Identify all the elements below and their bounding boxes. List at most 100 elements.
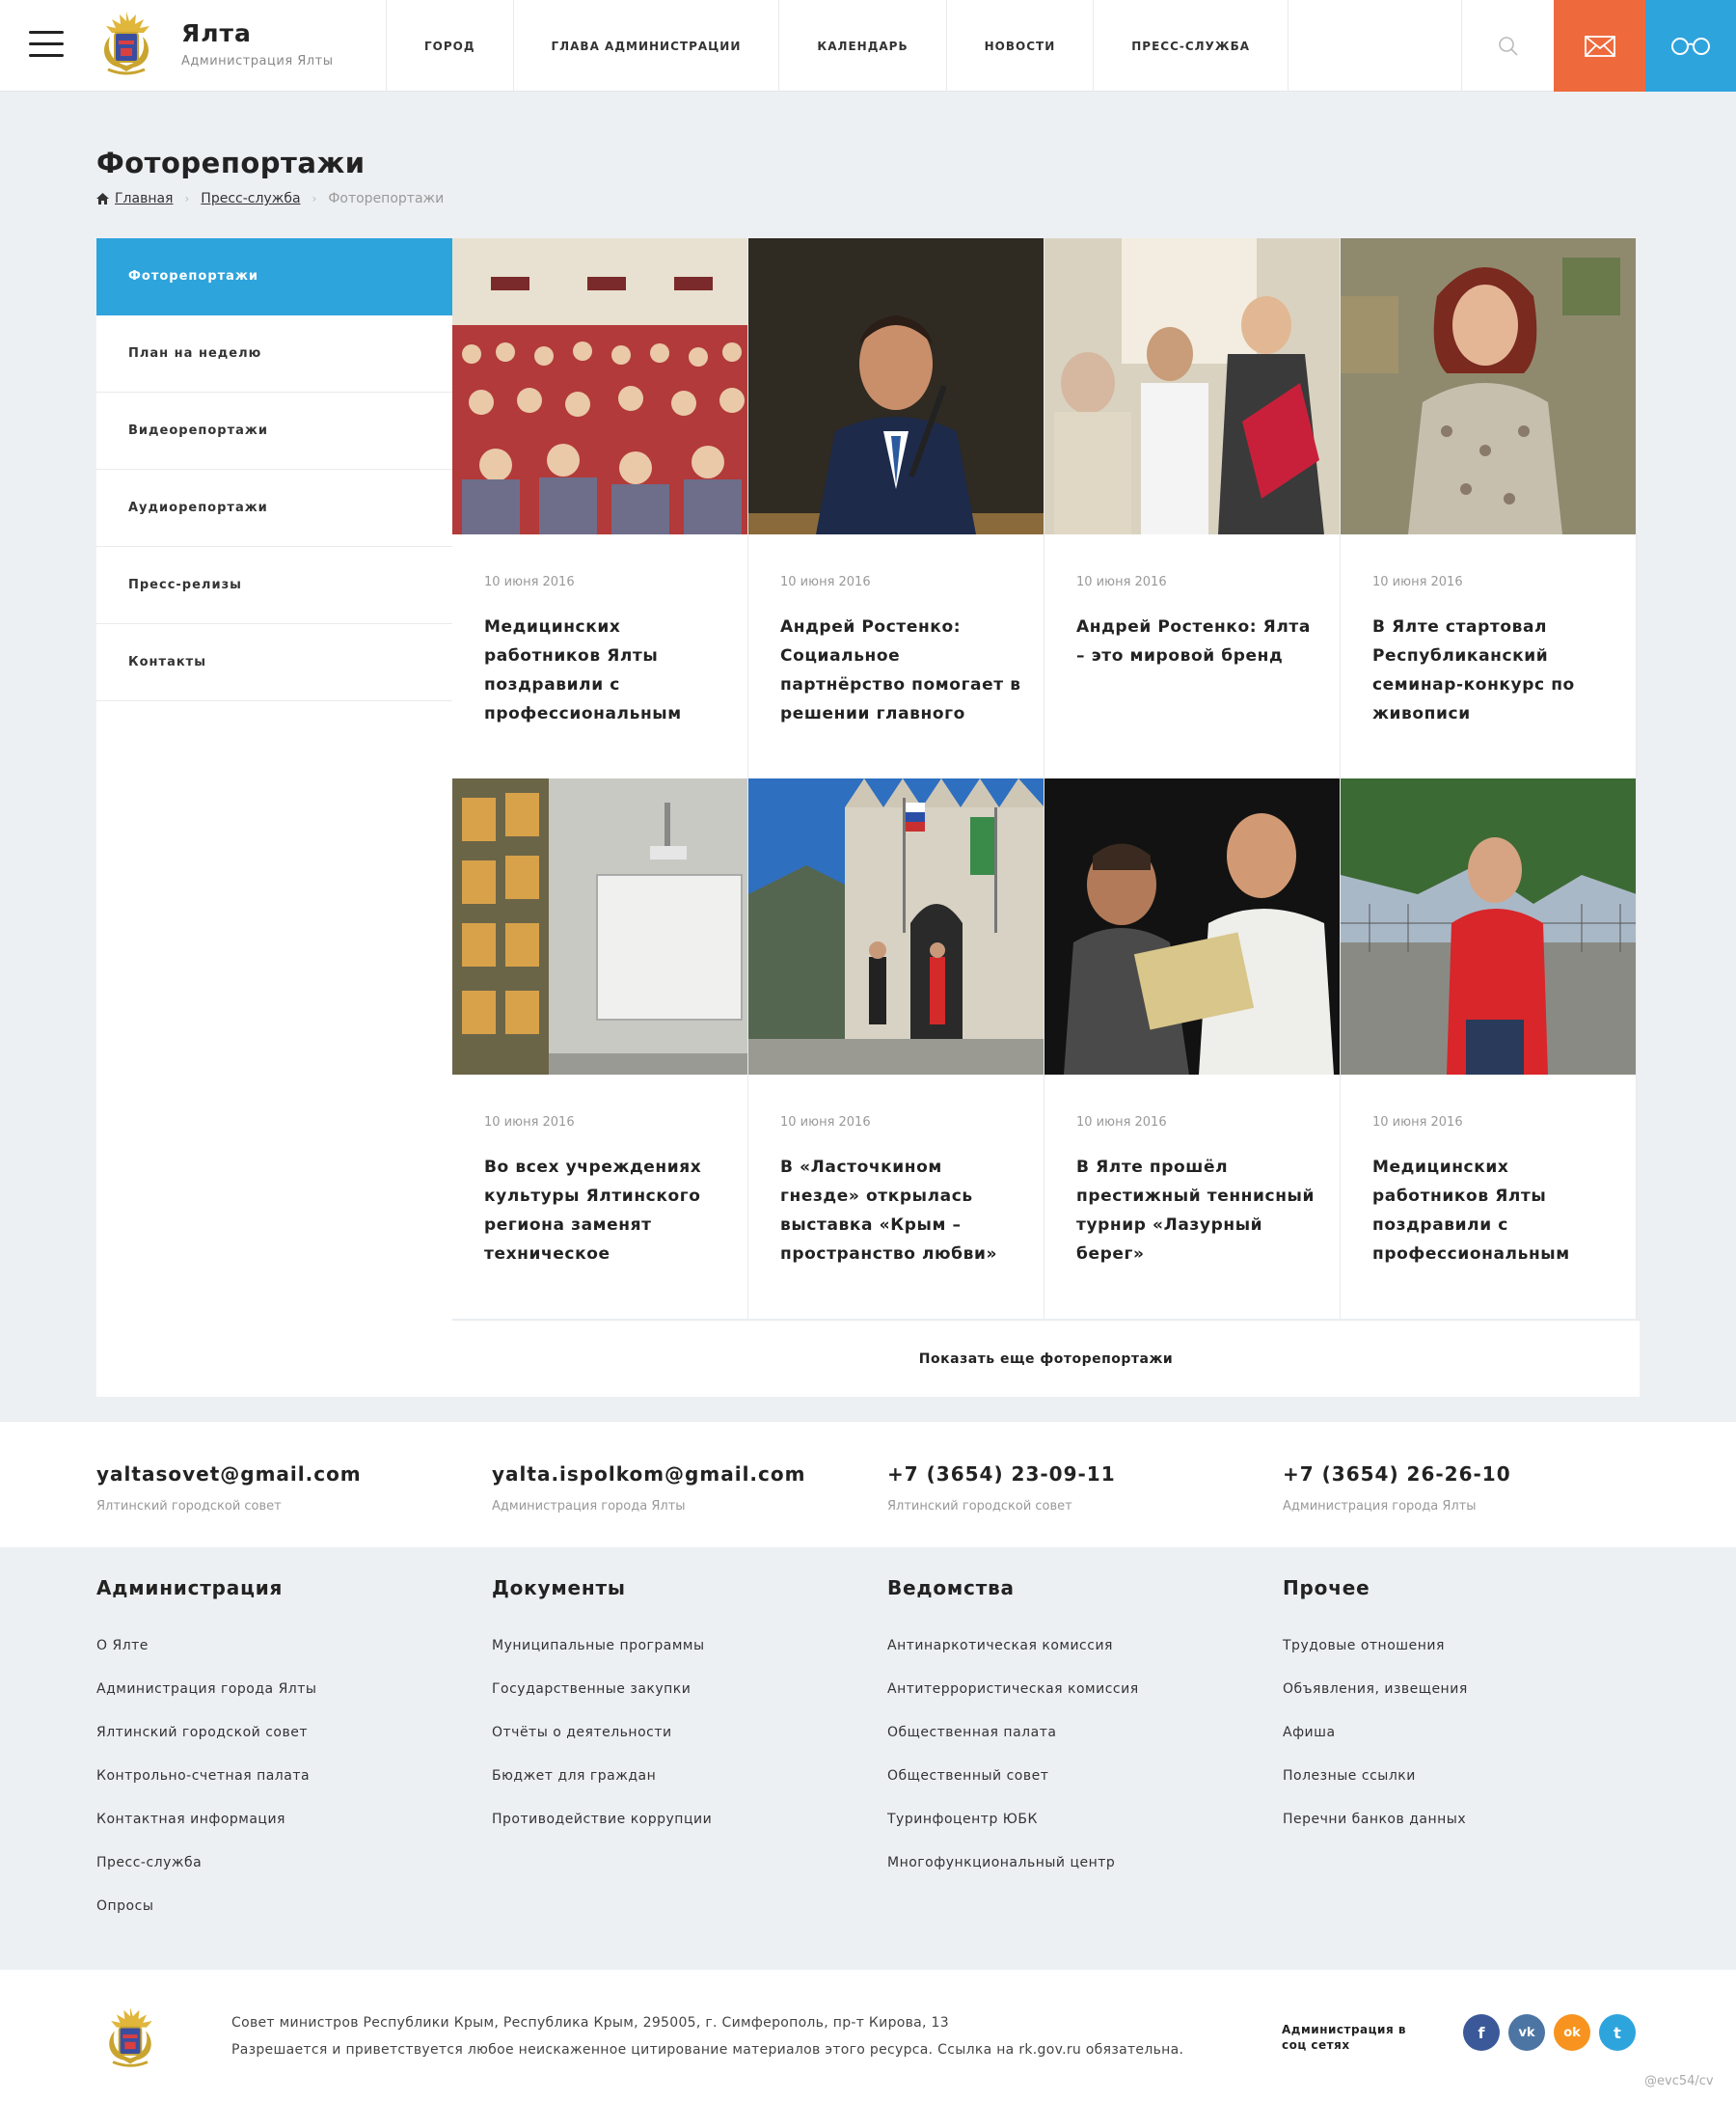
sidebar-item-contacts[interactable]: Контакты [96,624,452,701]
nav-item-calendar[interactable]: КАЛЕНДАРЬ [778,0,945,92]
card-date: 10 июня 2016 [1372,1115,1463,1130]
footer-column-documents: Документы Муниципальные программы Госуда… [492,1576,712,1855]
footer-link[interactable]: Государственные закупки [492,1681,712,1725]
footer-link[interactable]: Пресс-служба [96,1855,316,1898]
footer-link[interactable]: Противодействие коррупции [492,1812,712,1855]
accessibility-button[interactable] [1645,0,1736,92]
footer-link[interactable]: Многофункциональный центр [887,1855,1139,1898]
yalta-coat-of-arms-logo[interactable] [96,2004,164,2071]
contact-email[interactable]: yaltasovet@gmail.com [96,1462,362,1486]
nav-item-press-service[interactable]: ПРЕСС-СЛУЖБА [1093,0,1289,92]
search-button[interactable] [1461,0,1554,92]
footer-link[interactable]: Контактная информация [96,1812,316,1855]
footer-link[interactable]: Опросы [96,1898,316,1942]
sidebar-item-press-releases[interactable]: Пресс-релизы [96,547,452,624]
photo-report-card[interactable]: 10 июня 2016 В «Ласточкином гнезде» откр… [748,778,1044,1319]
footer-link[interactable]: Общественная палата [887,1725,1139,1768]
card-photo-classroom-board [452,778,747,1075]
card-title[interactable]: Медицинских работников Ялты поздравили с… [1372,1153,1618,1269]
sidebar-item-photo-reports[interactable]: Фоторепортажи [96,238,452,315]
footer-link[interactable]: Общественный совет [887,1768,1139,1812]
footer-link[interactable]: Отчёты о деятельности [492,1725,712,1768]
site-title[interactable]: Ялта [181,19,252,47]
footer-column-title: Администрация [96,1576,284,1599]
photo-report-card[interactable]: 10 июня 2016 Медицинских работников Ялты… [452,238,748,778]
footer-link[interactable]: Афиша [1283,1725,1468,1768]
facebook-icon[interactable]: f [1463,2014,1500,2051]
sidebar: Фоторепортажи План на неделю Видеорепорт… [96,238,452,1397]
footer-column-title: Прочее [1283,1576,1370,1599]
contact-label: Ялтинский городской совет [96,1499,282,1514]
photo-report-card[interactable]: 10 июня 2016 Медицинских работников Ялты… [1341,778,1637,1319]
footer-link[interactable]: Бюджет для граждан [492,1768,712,1812]
contact-item: yaltasovet@gmail.com Ялтинский городской… [96,1462,362,1514]
footer-link[interactable]: Муниципальные программы [492,1638,712,1681]
sidebar-item-video-reports[interactable]: Видеорепортажи [96,393,452,470]
photo-report-card[interactable]: 10 июня 2016 Андрей Ростенко: Социальное… [748,238,1044,778]
nav-item-news[interactable]: НОВОСТИ [945,0,1094,92]
footer-link[interactable]: Перечни банков данных [1283,1812,1468,1855]
bottom-footer: Совет министров Республики Крым, Республ… [0,1970,1736,2101]
footer-link[interactable]: Антитеррористическая комиссия [887,1681,1139,1725]
card-date: 10 июня 2016 [1076,1115,1167,1130]
footer-column-title: Документы [492,1576,626,1599]
photo-report-card[interactable]: 10 июня 2016 В Ялте стартовал Республика… [1341,238,1637,778]
mail-button[interactable] [1554,0,1645,92]
footer-link[interactable]: Ялтинский городской совет [96,1725,316,1768]
footer-link[interactable]: Полезные ссылки [1283,1768,1468,1812]
breadcrumb-separator-icon: › [184,192,190,205]
contact-label: Администрация города Ялты [1283,1499,1477,1514]
card-title[interactable]: В Ялте стартовал Республиканский семинар… [1372,613,1618,728]
card-date: 10 июня 2016 [780,575,871,589]
breadcrumb-home-link[interactable]: Главная [115,191,173,206]
footer-link[interactable]: Контрольно-счетная палата [96,1768,316,1812]
footer-link[interactable]: О Ялте [96,1638,316,1681]
card-photo-tennis-award [1044,778,1340,1075]
breadcrumb-press-service-link[interactable]: Пресс-служба [201,191,300,206]
watermark: @evc54/cv [1644,2074,1714,2088]
sidebar-item-weekly-plan[interactable]: План на неделю [96,315,452,393]
vk-icon[interactable]: vk [1508,2014,1545,2051]
card-date: 10 июня 2016 [780,1115,871,1130]
footer-address: Совет министров Республики Крым, Республ… [231,2015,949,2031]
contact-label: Ялтинский городской совет [887,1499,1072,1514]
card-date: 10 июня 2016 [1076,575,1167,589]
site-header: Ялта Администрация Ялты ГОРОД ГЛАВА АДМИ… [0,0,1736,92]
photo-report-card[interactable]: 10 июня 2016 Андрей Ростенко: Ялта – это… [1044,238,1341,778]
show-more-button[interactable]: Показать еще фоторепортажи [452,1320,1640,1397]
card-title[interactable]: Андрей Ростенко: Ялта – это мировой брен… [1076,613,1322,670]
card-date: 10 июня 2016 [1372,575,1463,589]
main-nav: ГОРОД ГЛАВА АДМИНИСТРАЦИИ КАЛЕНДАРЬ НОВО… [386,0,1289,92]
footer-copyright: Разрешается и приветствуется любое неиск… [231,2042,1184,2058]
search-icon [1498,36,1518,56]
photo-report-card[interactable]: 10 июня 2016 В Ялте прошёл престижный те… [1044,778,1341,1319]
photo-report-card[interactable]: 10 июня 2016 Во всех учреждениях культур… [452,778,748,1319]
menu-icon[interactable] [29,31,64,60]
home-icon [96,193,109,205]
card-title[interactable]: В «Ласточкином гнезде» открылась выставк… [780,1153,1026,1269]
site-subtitle: Администрация Ялты [181,54,334,68]
breadcrumb-separator-icon: › [312,192,317,205]
contact-label: Администрация города Ялты [492,1499,686,1514]
footer-links: Администрация О Ялте Администрация город… [0,1547,1736,1970]
footer-column-other: Прочее Трудовые отношения Объявления, из… [1283,1576,1468,1855]
card-title[interactable]: Медицинских работников Ялты поздравили с… [484,613,730,728]
odnoklassniki-icon[interactable]: ok [1554,2014,1590,2051]
card-title[interactable]: Андрей Ростенко: Социальное партнёрство … [780,613,1026,728]
contact-phone[interactable]: +7 (3654) 26-26-10 [1283,1462,1511,1486]
footer-link[interactable]: Администрация города Ялты [96,1681,316,1725]
nav-item-head-of-administration[interactable]: ГЛАВА АДМИНИСТРАЦИИ [512,0,779,92]
sidebar-item-audio-reports[interactable]: Аудиорепортажи [96,470,452,547]
footer-link[interactable]: Трудовые отношения [1283,1638,1468,1681]
footer-link[interactable]: Антинаркотическая комиссия [887,1638,1139,1681]
yalta-coat-of-arms-logo[interactable] [91,8,162,79]
footer-link[interactable]: Объявления, извещения [1283,1681,1468,1725]
contact-email[interactable]: yalta.ispolkom@gmail.com [492,1462,805,1486]
card-title[interactable]: В Ялте прошёл престижный теннисный турни… [1076,1153,1322,1269]
card-photo-painting-seminar [1341,238,1636,534]
footer-link[interactable]: Туринфоцентр ЮБК [887,1812,1139,1855]
card-title[interactable]: Во всех учреждениях культуры Ялтинского … [484,1153,730,1269]
twitter-icon[interactable]: t [1599,2014,1636,2051]
nav-item-city[interactable]: ГОРОД [386,0,513,92]
contact-phone[interactable]: +7 (3654) 23-09-11 [887,1462,1116,1486]
